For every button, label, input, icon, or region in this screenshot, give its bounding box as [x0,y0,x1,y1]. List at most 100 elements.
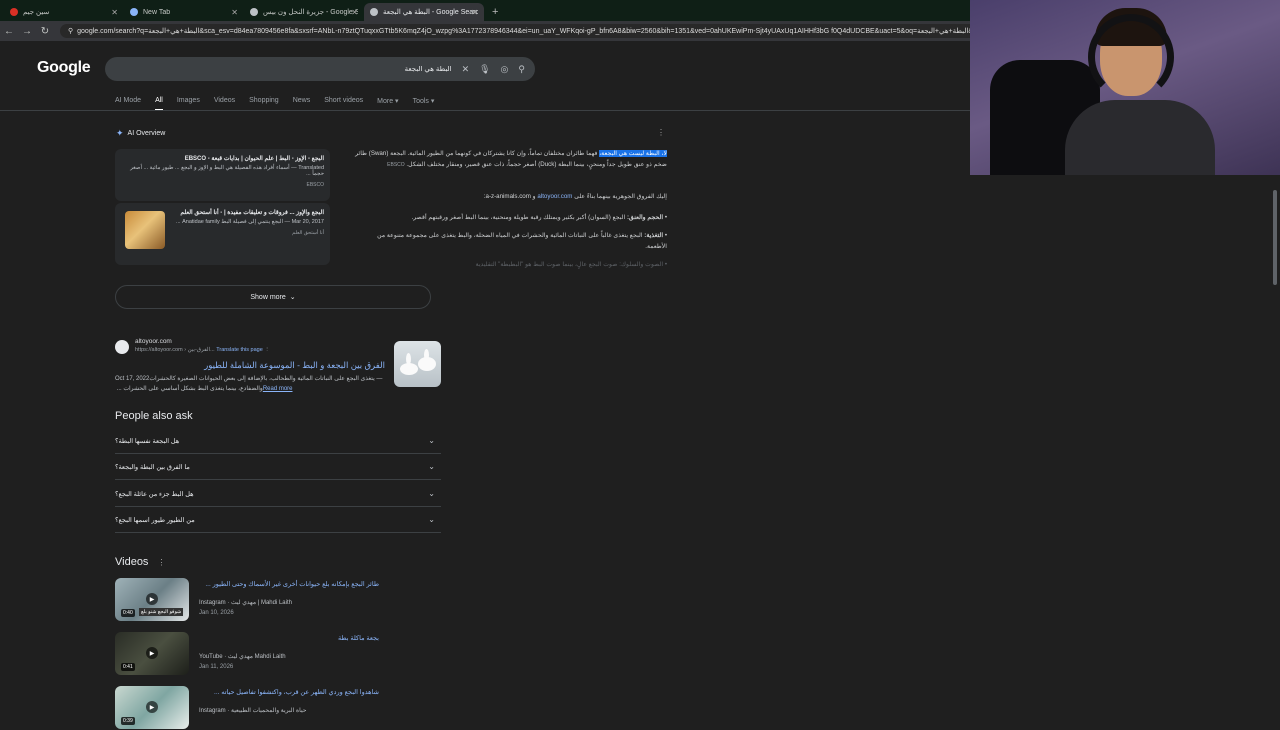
result-breadcrumb: https://altoyoor.com › الفرق-بين... Tran… [135,347,270,353]
tab-title: البطة هي البجعة - Google Search [383,9,478,16]
play-icon: ▶ [146,647,158,659]
tab-title: New Tab [143,8,171,16]
food-thumbnail [125,211,165,249]
read-more-link[interactable]: Read more [263,386,293,392]
tab-videos[interactable]: Videos [214,97,235,111]
tab-images[interactable]: Images [177,97,200,111]
video-title[interactable]: شاهدوا البجع وردي الظهر عن قرب، واكتشفوا… [199,688,379,696]
close-tab-icon[interactable]: ✕ [231,8,238,17]
bullet-label: الحجم والعنق: [627,214,664,221]
answer-source-chip[interactable]: EBSCO [387,162,405,168]
and-text: و [532,193,536,200]
close-tab-icon[interactable]: ✕ [111,8,118,17]
video-title[interactable]: بجعة ماكلة بطة [199,634,379,642]
result-menu-icon[interactable]: ⋮ [264,347,270,353]
back-icon[interactable]: ← [0,26,18,37]
translate-link[interactable]: Translate this page [216,347,263,353]
play-icon: ▶ [146,593,158,605]
video-result[interactable]: ▶ 0:41 بجعة ماكلة بطة YouTube · مهدي ليث… [115,632,445,676]
chevron-down-icon: ⌄ [428,489,435,498]
show-more-button[interactable]: Show more ⌄ [115,285,431,309]
ai-overview-intro: إليك الفروق الجوهرية بينهما بناءً على al… [483,193,667,200]
chevron-down-icon: ⌄ [428,436,435,445]
videos-heading: Videos ⋮ [115,556,166,568]
google-favicon-icon [370,8,378,16]
google-logo[interactable]: Google [37,59,91,77]
scrollbar[interactable] [1272,180,1278,720]
search-input[interactable] [115,65,452,73]
close-tab-icon[interactable]: ✕ [351,8,358,17]
ai-overview-paragraph: لا، البطة ليست هي البجعة، فهما طائران مخ… [355,148,667,171]
bullet-text: الصوت والسلوك: صوت البجع عالٍ، بينما صوت… [475,261,664,268]
paa-question-text: هل البط جزء من عائلة البجع؟ [115,490,194,498]
video-date: Jan 10, 2026 [199,610,234,616]
clear-icon[interactable]: ✕ [462,64,470,75]
ai-source-card-2[interactable]: البجع والإوز ... فروقات و تعليقات مفيدة … [115,203,330,265]
browser-tab-1[interactable]: سين جيم ✕ [4,3,124,21]
chevron-down-icon: ⌄ [289,294,296,301]
ai-overview-label: AI Overview [127,130,166,137]
search-icon[interactable]: ⚲ [518,64,525,75]
paa-question[interactable]: هل البجعة نفسها البطة؟ ⌄ [115,428,441,454]
ai-sparkle-icon: ✦ [116,128,124,138]
reload-icon[interactable]: ↻ [36,26,54,37]
paa-question-text: هل البجعة نفسها البطة؟ [115,437,180,445]
video-result[interactable]: ▶ 0:40 شوفو البجع شنو بلع طائر البجع بإم… [115,578,445,622]
forward-icon[interactable]: → [18,26,36,37]
search-box[interactable]: ✕ 🎙 ◎ ⚲ [105,57,535,81]
lens-icon[interactable]: ◎ [501,64,509,75]
webcam-overlay [970,0,1280,175]
video-channel: YouTube · مهدي ليث Mahdi Laith [199,654,286,660]
voice-search-icon[interactable]: 🎙 [479,64,490,75]
headset-icon [1088,14,1174,100]
paa-question[interactable]: هل البط جزء من عائلة البجع؟ ⌄ [115,481,441,507]
videos-heading-label: Videos [115,556,149,568]
source-card-source: أنا أستحق العلم [292,230,324,236]
google-favicon-icon [250,8,258,16]
show-more-label: Show more [250,293,286,301]
result-site-name[interactable]: altoyoor.com [135,338,172,345]
tab-ai-mode[interactable]: AI Mode [115,97,141,111]
tab-all[interactable]: All [155,97,163,111]
search-type-tabs: AI Mode All Images Videos Shopping News … [115,97,434,111]
site-info-icon[interactable]: ⚲ [68,27,73,35]
close-tab-icon[interactable]: ✕ [471,8,478,17]
browser-tab-4-active[interactable]: البطة هي البجعة - Google Search ✕ [364,3,484,21]
person-body [1065,100,1215,175]
paa-question[interactable]: من الطيور طيور اسمها البجع؟ ⌄ [115,507,441,533]
ai-overview-header: ✦ AI Overview [116,128,165,139]
ai-overview-menu-icon[interactable]: ⋮ [657,128,665,137]
tab-favicon-icon [10,8,18,16]
paa-question-text: ما الفرق بين البطة والبجعة؟ [115,463,190,471]
ai-bullet-1: • الحجم والعنق: البجع (السوان) أكبر بكثي… [411,214,667,221]
source-card-snippet: Translated — أسماء أفراد هذه الفصيلة هي … [130,165,324,177]
result-url[interactable]: https://altoyoor.com › الفرق-بين... [135,347,215,353]
tab-more[interactable]: More ▾ [377,97,398,111]
video-result[interactable]: ▶ 0:39 شاهدوا البجع وردي الظهر عن قرب، و… [115,686,445,730]
url-text: google.com/search?q=البطة+هي+البجعة&sca_… [77,28,980,35]
play-icon: ▶ [146,701,158,713]
people-also-ask-heading: People also ask [115,410,193,422]
tab-news[interactable]: News [293,97,311,111]
video-duration: 0:40 [121,609,135,617]
ai-source-card-1[interactable]: البجع - الإوز - البط | علم الحيوان | بدا… [115,149,330,201]
tab-short-videos[interactable]: Short videos [324,97,363,111]
source-link-altoyoor[interactable]: altoyoor.com [537,193,572,200]
result-title-link[interactable]: الفرق بين البجعة و البط - الموسوعة الشام… [115,360,385,371]
swans-thumbnail[interactable] [394,341,441,387]
video-channel: Instagram · مهدي ليث | Mahdi Laith [199,600,292,606]
new-tab-icon[interactable]: + [492,6,498,18]
videos-menu-icon[interactable]: ⋮ [158,558,166,567]
browser-tab-2[interactable]: New Tab ✕ [124,3,244,21]
tab-shopping[interactable]: Shopping [249,97,279,111]
browser-tab-3[interactable]: جزيرة النحل ون بيس - Google Search ✕ [244,3,364,21]
highlighted-answer: لا، البطة ليست هي البجعة، [599,150,667,157]
paa-question[interactable]: ما الفرق بين البطة والبجعة؟ ⌄ [115,454,441,480]
video-caption: شوفو البجع شنو بلع [139,608,184,616]
tab-tools[interactable]: Tools ▾ [413,97,435,111]
scrollbar-thumb[interactable] [1273,190,1277,285]
tab-favicon-icon [130,8,138,16]
source-link-az-animals[interactable]: a-z-animals.com [486,193,531,200]
video-title[interactable]: طائر البجع بإمكانه بلع حيوانات أخرى غير … [199,580,379,588]
result-snippet-text: — يتغذى البجع على النباتات المائية والطح… [115,376,385,392]
